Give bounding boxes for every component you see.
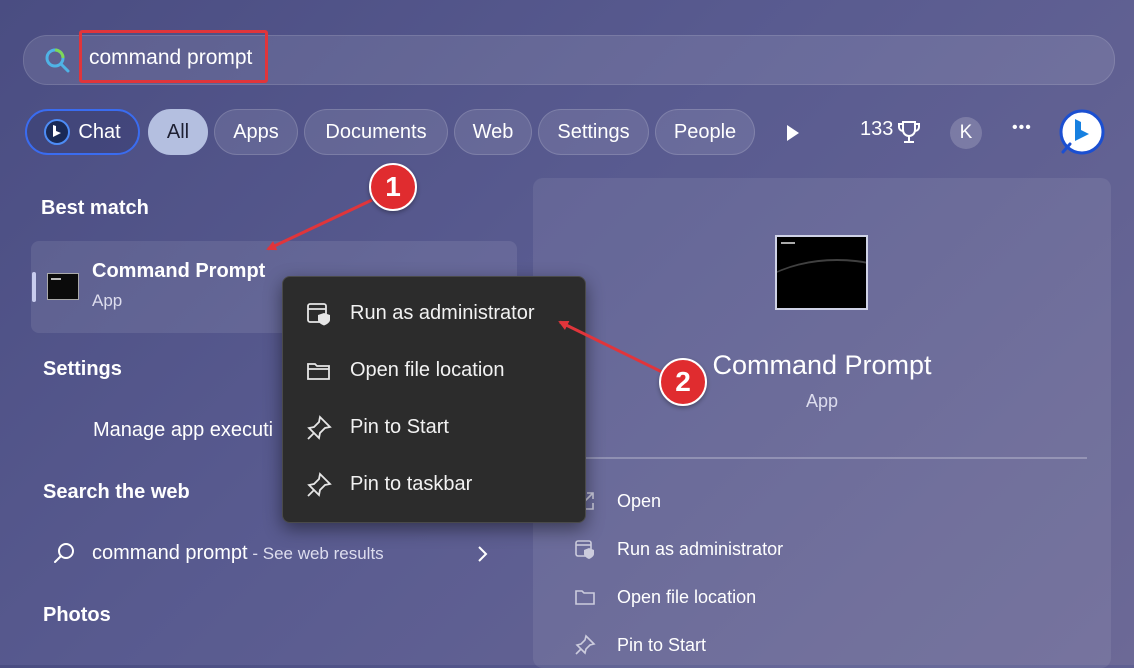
search-web-heading: Search the web <box>43 481 190 503</box>
rewards-points[interactable]: 133 <box>860 118 893 141</box>
shield-icon <box>307 303 330 326</box>
filter-web[interactable]: Web <box>454 109 532 155</box>
filter-all[interactable]: All <box>148 109 208 155</box>
web-result-query: command prompt <box>92 542 248 564</box>
best-match-name: Command Prompt <box>92 260 266 282</box>
action-pin-to-start[interactable]: Pin to Start <box>617 635 706 656</box>
web-result-suffix: - See web results <box>247 544 384 563</box>
settings-heading: Settings <box>43 358 122 380</box>
web-search-icon <box>54 543 74 563</box>
search-highlight-box <box>79 30 268 83</box>
chat-chip[interactable]: Chat <box>25 109 140 155</box>
chevron-right-icon[interactable] <box>476 545 488 563</box>
action-run-as-admin[interactable]: Run as administrator <box>617 539 783 560</box>
settings-result-item[interactable]: Manage app executi <box>93 419 273 442</box>
filter-documents[interactable]: Documents <box>304 109 448 155</box>
menu-label-open-file-location: Open file location <box>350 359 505 381</box>
pin-icon <box>307 415 332 440</box>
filter-people[interactable]: People <box>655 109 755 155</box>
folder-icon <box>575 590 595 605</box>
preview-app-type: App <box>805 391 839 411</box>
step-badge-2: 2 <box>659 358 707 406</box>
bing-icon[interactable] <box>1058 108 1106 158</box>
menu-label-run-as-admin: Run as administrator <box>350 302 535 324</box>
trophy-icon[interactable] <box>897 120 921 146</box>
more-options-button[interactable]: ••• <box>1012 119 1032 137</box>
preview-divider <box>575 457 1087 459</box>
shield-icon <box>575 540 594 559</box>
step-badge-1: 1 <box>369 163 417 211</box>
bing-chat-icon <box>44 119 71 145</box>
preview-command-prompt-icon <box>775 235 868 310</box>
web-result-item[interactable]: command prompt - See web results <box>92 542 384 565</box>
best-match-type: App <box>92 291 123 310</box>
photos-heading: Photos <box>43 604 111 626</box>
account-avatar[interactable]: K <box>950 117 982 149</box>
command-prompt-icon <box>47 273 79 300</box>
chat-label: Chat <box>78 120 121 143</box>
search-icon <box>45 48 70 73</box>
menu-label-pin-to-start: Pin to Start <box>350 416 449 438</box>
selection-indicator <box>32 272 36 302</box>
filter-settings[interactable]: Settings <box>538 109 649 155</box>
action-open[interactable]: Open <box>617 491 661 512</box>
action-open-file-location[interactable]: Open file location <box>617 587 756 608</box>
folder-icon <box>307 363 330 380</box>
best-match-heading: Best match <box>41 197 149 219</box>
menu-label-pin-to-taskbar: Pin to taskbar <box>350 473 473 495</box>
preview-app-name: Command Prompt <box>712 350 932 380</box>
pin-icon <box>575 634 596 655</box>
pin-icon <box>307 472 332 497</box>
play-icon[interactable] <box>785 123 801 143</box>
filter-apps[interactable]: Apps <box>214 109 298 155</box>
